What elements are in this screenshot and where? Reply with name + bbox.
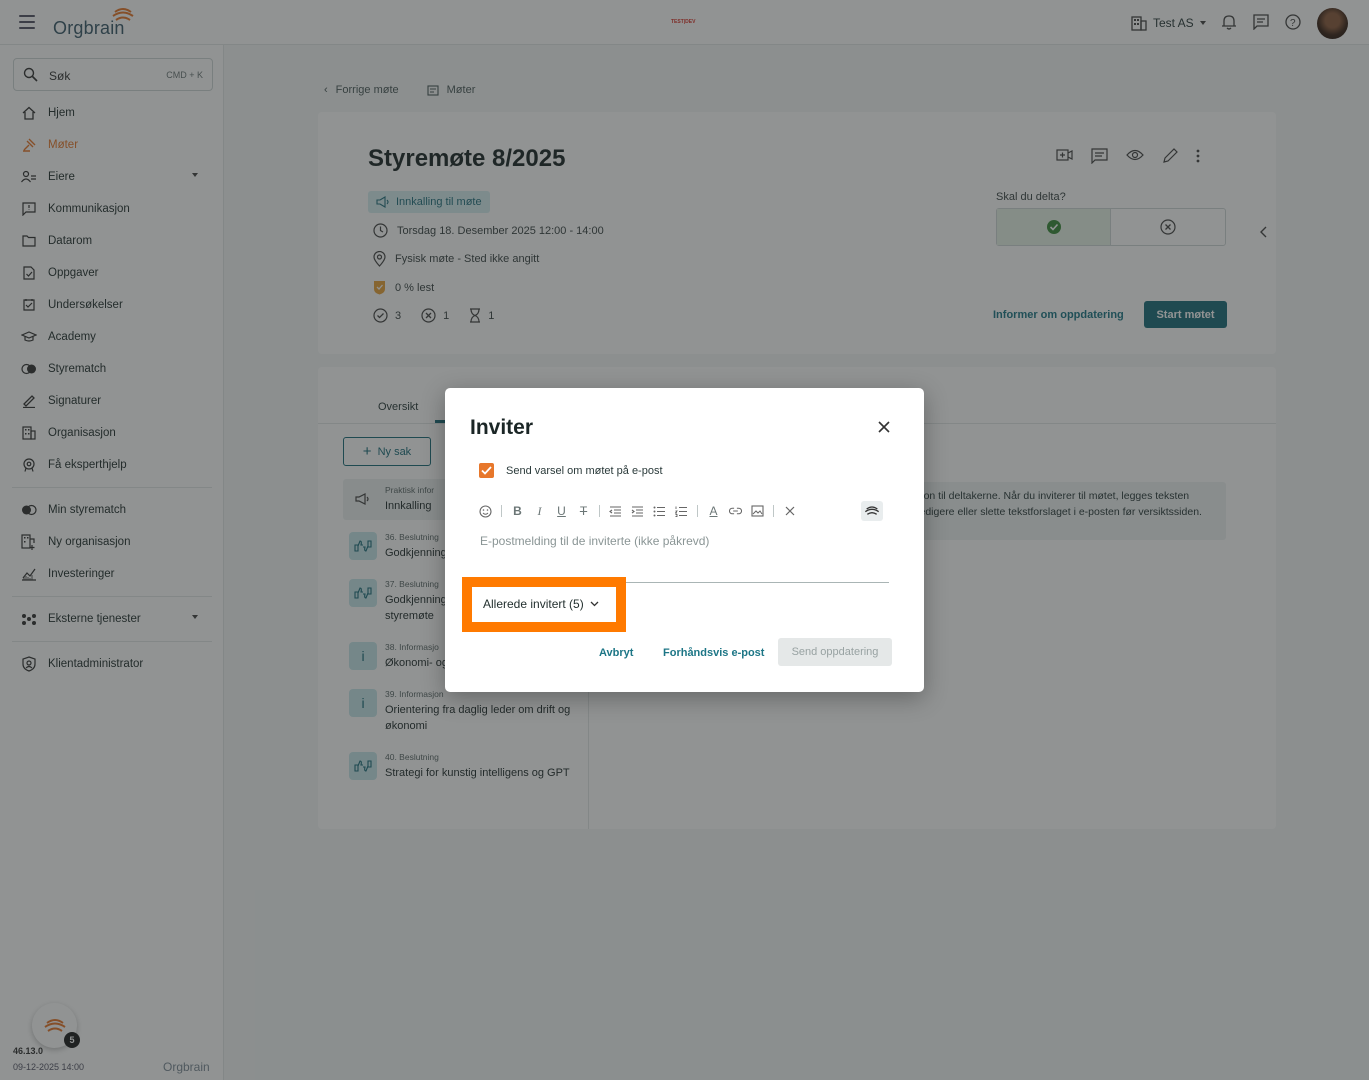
indent-icon[interactable] (631, 504, 644, 518)
email-notify-label: Send varsel om møtet på e-post (506, 464, 663, 477)
close-icon[interactable] (877, 420, 891, 434)
chevron-down-icon (590, 601, 599, 607)
brain-logo-icon (864, 506, 880, 515)
editor-placeholder: E-postmelding til de inviterte (ikke påk… (480, 534, 710, 548)
editor-toolbar: B I U T A (479, 504, 796, 518)
numbered-list-icon[interactable] (675, 504, 688, 518)
already-invited-label: Allerede invitert (5) (483, 597, 584, 611)
bullet-list-icon[interactable] (653, 504, 666, 518)
email-message-editor[interactable]: B I U T A E-postmelding til de inviterte… (471, 495, 889, 583)
cancel-button[interactable]: Avbryt (599, 647, 633, 659)
already-invited-dropdown[interactable]: Allerede invitert (5) (483, 597, 599, 611)
toolbar-divider (599, 505, 600, 517)
bold-icon[interactable]: B (511, 504, 524, 518)
emoji-icon[interactable] (479, 504, 492, 518)
italic-icon[interactable]: I (533, 504, 546, 518)
email-notify-checkbox[interactable] (479, 463, 494, 478)
link-icon[interactable] (729, 504, 742, 518)
strikethrough-icon[interactable]: T (577, 504, 590, 518)
preview-email-button[interactable]: Forhåndsvis e-post (663, 647, 764, 659)
dialog-title: Inviter (470, 416, 534, 439)
send-update-button[interactable]: Send oppdatering (778, 638, 892, 666)
invite-dialog: Inviter Send varsel om møtet på e-post B… (445, 388, 924, 692)
email-notify-row: Send varsel om møtet på e-post (479, 463, 663, 478)
check-icon (481, 466, 492, 475)
toolbar-divider (501, 505, 502, 517)
image-icon[interactable] (751, 504, 764, 518)
underline-icon[interactable]: U (555, 504, 568, 518)
toolbar-divider (773, 505, 774, 517)
text-color-icon[interactable]: A (707, 504, 720, 518)
outdent-icon[interactable] (609, 504, 622, 518)
ai-assist-button[interactable] (861, 501, 883, 521)
toolbar-divider (697, 505, 698, 517)
clear-format-icon[interactable] (783, 504, 796, 518)
